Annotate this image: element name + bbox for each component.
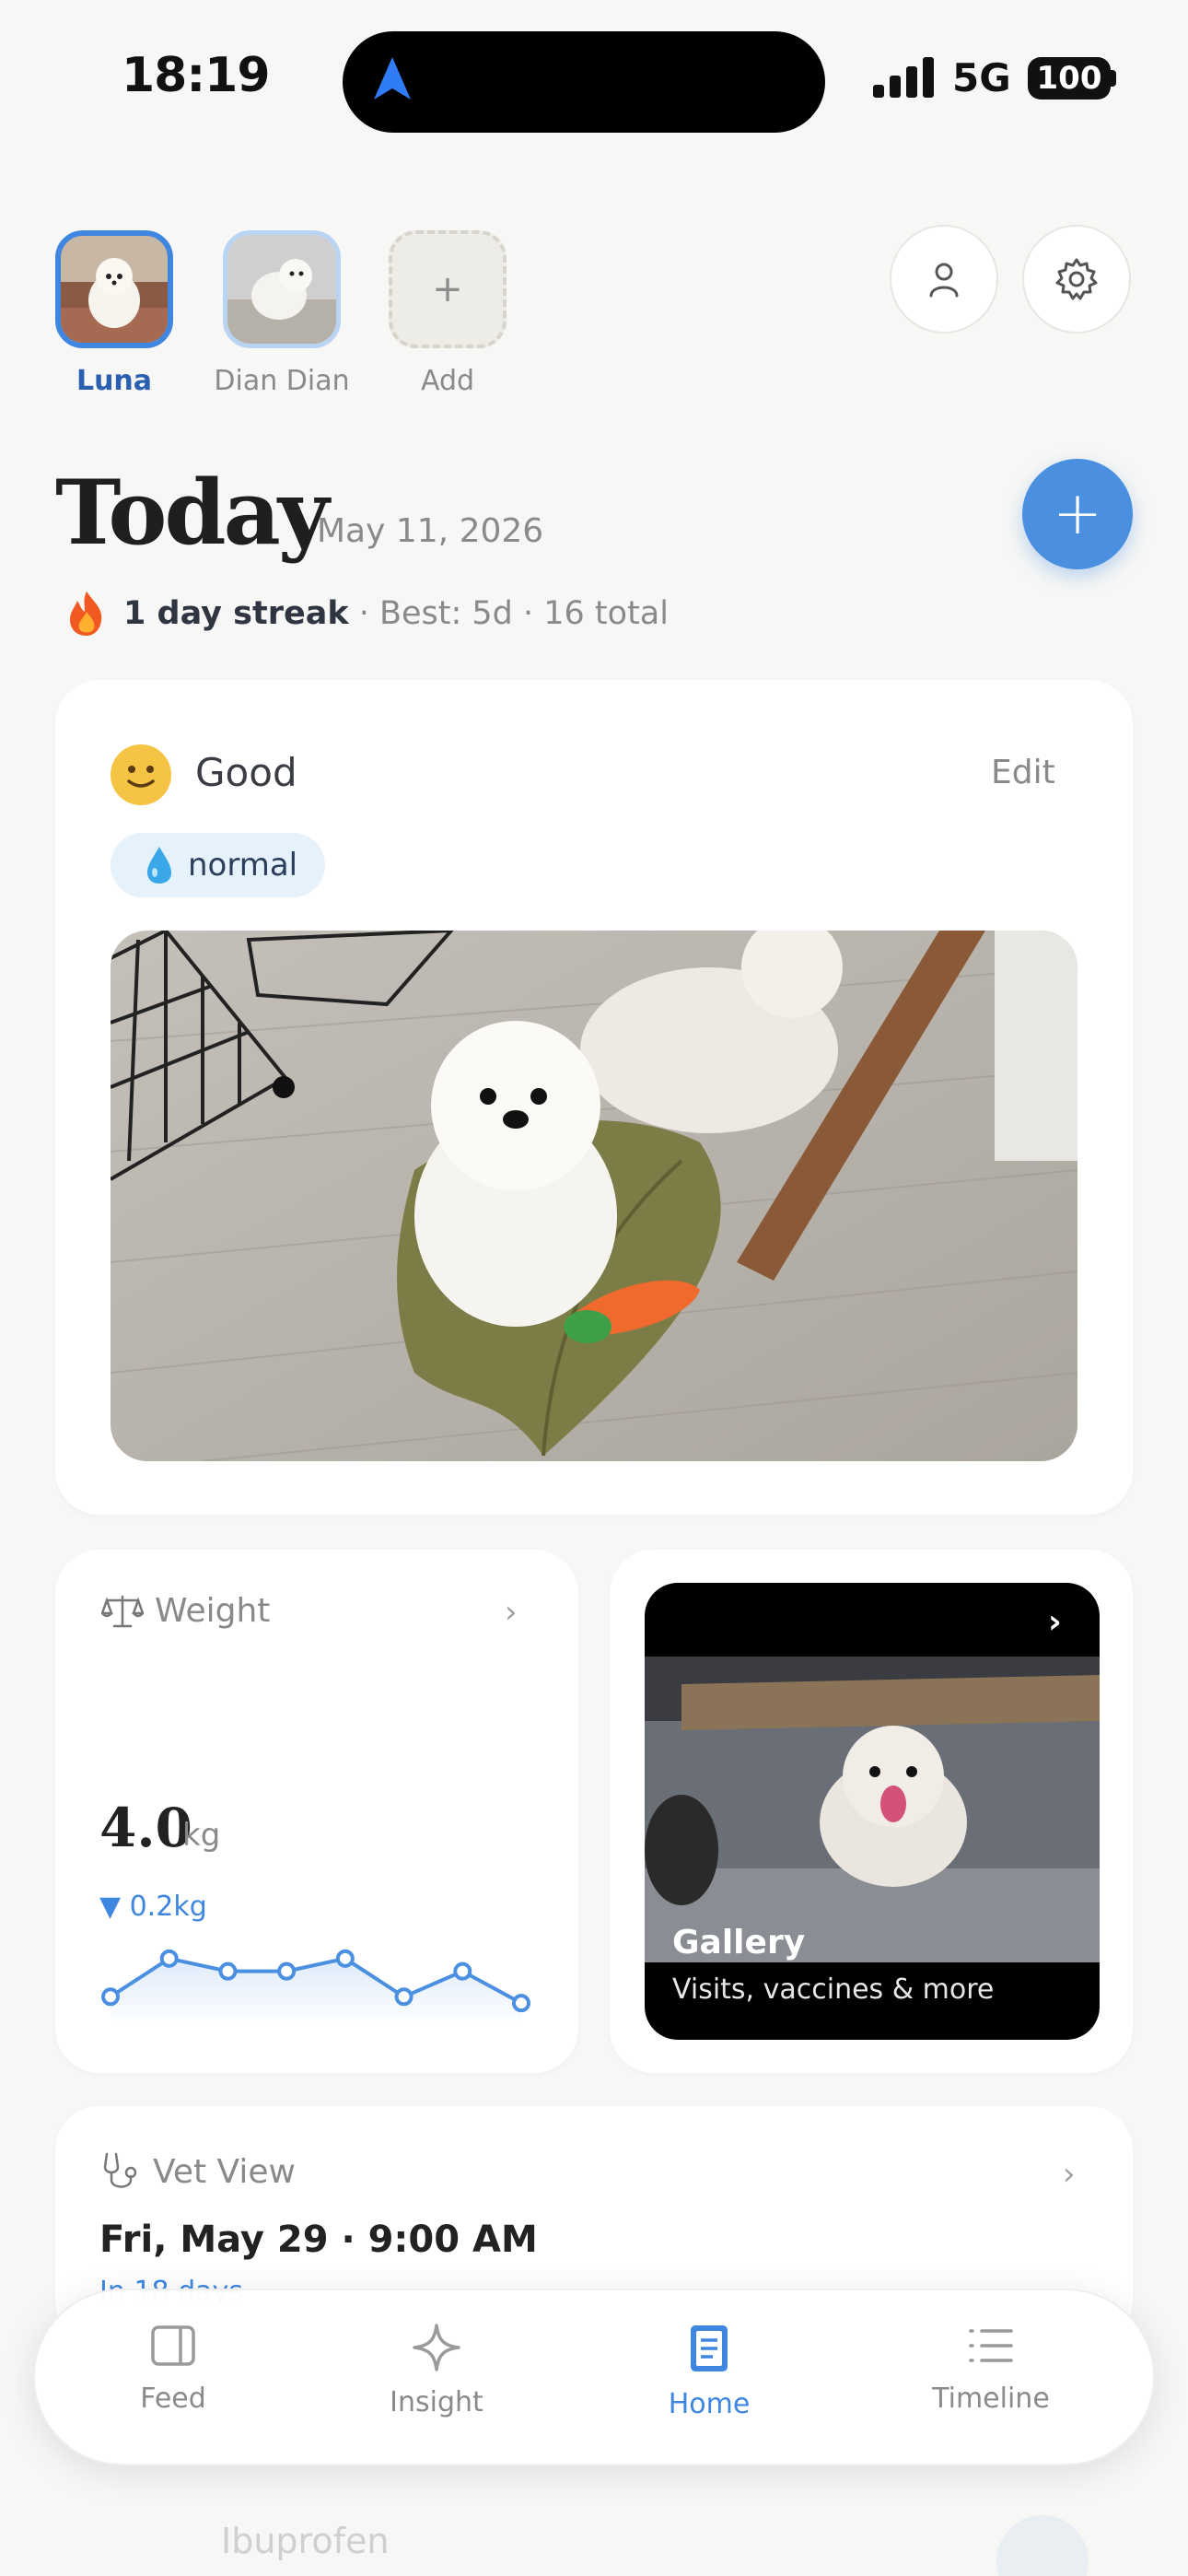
slightly-smiling-face-icon xyxy=(111,744,171,805)
sparkle-icon xyxy=(413,2324,460,2371)
gallery-subtitle: Visits, vaccines & more xyxy=(672,1973,995,2006)
add-pet-button[interactable]: + Add xyxy=(387,230,508,397)
medication-check-button[interactable] xyxy=(996,2515,1089,2576)
chevron-right-icon: › xyxy=(1048,1603,1062,1641)
person-icon xyxy=(929,263,959,298)
sparkline-point xyxy=(159,1949,179,1968)
tab-label: Insight xyxy=(390,2386,483,2418)
tab-timeline[interactable]: Timeline xyxy=(890,2322,1092,2415)
settings-button[interactable] xyxy=(1022,225,1131,334)
weight-delta: ▼ 0.2kg xyxy=(99,1891,207,1923)
add-entry-button[interactable]: + xyxy=(1022,459,1133,569)
sparkline-point xyxy=(218,1961,238,1981)
scale-icon xyxy=(101,1595,144,1627)
mood-label: Good xyxy=(195,750,297,795)
vet-title: Vet View xyxy=(99,2150,296,2193)
plus-icon: + xyxy=(1053,480,1102,548)
weight-unit: kg xyxy=(182,1817,221,1854)
sparkline-point xyxy=(277,1961,297,1981)
vet-datetime: Fri, May 29 · 9:00 AM xyxy=(99,2219,538,2261)
page-title: Today xyxy=(55,461,330,565)
battery-icon: 100 xyxy=(1028,57,1111,100)
list-icon xyxy=(969,2329,1013,2362)
pet-label: Luna xyxy=(76,365,153,397)
weight-value: 4.0 xyxy=(99,1797,192,1859)
streak-row: 1 day streak · Best: 5d · 16 total xyxy=(66,590,669,638)
battery-cap xyxy=(1111,70,1116,87)
pet-selector-luna[interactable]: Luna xyxy=(55,230,173,397)
triangle-down-icon: ▼ xyxy=(99,1891,122,1923)
streak-label: 1 day streak xyxy=(123,595,349,632)
feed-icon xyxy=(151,2325,195,2366)
network-label: 5G xyxy=(952,55,1011,100)
gear-icon xyxy=(1055,258,1098,300)
pet-selector-dian-dian[interactable]: Dian Dian xyxy=(208,230,355,397)
weight-sparkline xyxy=(101,1949,530,2027)
navigation-arrow-icon xyxy=(374,57,411,100)
signal-icon xyxy=(873,57,934,98)
tab-label: Home xyxy=(668,2388,751,2420)
sparkline-point xyxy=(101,1987,120,2007)
weight-title: Weight xyxy=(101,1592,270,1630)
status-time: 18:19 xyxy=(122,48,271,103)
hydration-chip: normal xyxy=(111,833,326,897)
tab-label: Feed xyxy=(140,2383,206,2415)
medication-label: Ibuprofen xyxy=(221,2521,390,2561)
tab-insight[interactable]: Insight xyxy=(335,2322,538,2418)
weight-delta-value: 0.2kg xyxy=(129,1891,207,1923)
chevron-right-icon: › xyxy=(1063,2156,1076,2193)
vet-title-label: Vet View xyxy=(153,2152,296,2191)
gallery-image xyxy=(645,1657,1100,1962)
pet-label: Dian Dian xyxy=(214,365,350,397)
streak-details: · Best: 5d · 16 total xyxy=(358,595,669,632)
sparkline-point xyxy=(453,1961,472,1981)
droplet-icon xyxy=(147,847,171,884)
profile-button[interactable] xyxy=(890,225,998,334)
weight-title-label: Weight xyxy=(155,1592,271,1630)
add-pet-label: Add xyxy=(420,365,475,397)
gallery-title: Gallery xyxy=(672,1924,806,1961)
plus-icon: + xyxy=(389,230,507,348)
daily-photo[interactable] xyxy=(111,931,1077,1461)
pet-avatar-dian-dian xyxy=(223,230,341,348)
sparkline-point xyxy=(512,1994,530,2013)
edit-mood-button[interactable]: Edit xyxy=(991,754,1055,791)
fire-icon xyxy=(70,591,102,636)
tab-label: Timeline xyxy=(932,2383,1050,2415)
tab-home[interactable]: Home xyxy=(608,2322,810,2420)
book-icon xyxy=(691,2325,728,2371)
tab-feed[interactable]: Feed xyxy=(72,2322,274,2415)
sparkline-point xyxy=(335,1949,355,1968)
stethoscope-icon xyxy=(103,2152,137,2188)
chevron-right-icon: › xyxy=(505,1594,518,1631)
sparkline-point xyxy=(394,1987,413,2007)
pet-avatar-luna xyxy=(55,230,173,348)
dynamic-island xyxy=(343,31,825,133)
page-date: May 11, 2026 xyxy=(317,512,544,550)
